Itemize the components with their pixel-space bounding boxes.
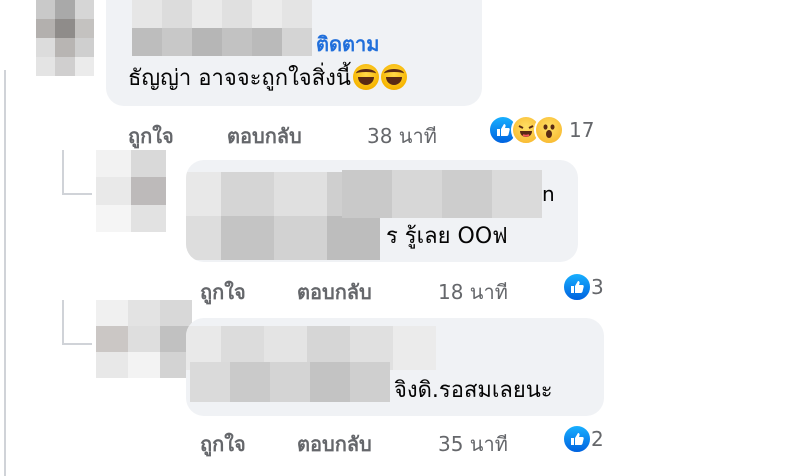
like-reaction-icon	[562, 424, 592, 454]
comment-text: จิงดิ.รอสมเลยนะ	[394, 378, 553, 403]
reactions-summary[interactable]: 2	[562, 424, 604, 454]
comment-bubble-2: n ร รู้เลย OOฟ	[186, 160, 578, 262]
reaction-count: 3	[591, 275, 604, 299]
thread-line-branch-1	[62, 150, 64, 195]
laughing-emoji-icon	[352, 64, 379, 90]
thread-line-branch-2	[62, 300, 64, 345]
follow-link[interactable]: ติดตาม	[316, 28, 379, 60]
reaction-count: 17	[569, 118, 595, 142]
thread-line-branch-2-h	[62, 343, 92, 345]
like-button[interactable]: ถูกใจ	[128, 120, 174, 152]
reactions-summary[interactable]: 17	[488, 115, 594, 145]
like-button[interactable]: ถูกใจ	[200, 428, 246, 460]
like-button[interactable]: ถูกใจ	[200, 276, 246, 308]
comment-text: ร รู้เลย OOฟ	[386, 224, 508, 249]
redacted-comment-text	[190, 362, 390, 402]
timestamp-link[interactable]: 35 นาที	[438, 428, 508, 460]
reply-button[interactable]: ตอบกลับ	[297, 428, 372, 460]
comment-text-fragment: n	[542, 182, 555, 206]
timestamp-link[interactable]: 38 นาที	[367, 120, 437, 152]
avatar[interactable]	[36, 0, 94, 76]
like-reaction-icon	[562, 272, 592, 302]
avatar[interactable]	[96, 300, 192, 378]
timestamp-link[interactable]: 18 นาที	[438, 276, 508, 308]
thread-line-main	[4, 70, 6, 476]
reaction-count: 2	[591, 427, 604, 451]
laughing-emoji-icon	[380, 64, 407, 90]
reply-button[interactable]: ตอบกลับ	[297, 276, 372, 308]
redacted-comment-text	[342, 170, 542, 218]
redacted-author-name	[132, 0, 312, 56]
comment-text: ธัญญ่า อาจจะถูกใจสิ่งนี้	[128, 60, 407, 95]
comment-bubble-1: ติดตาม ธัญญ่า อาจจะถูกใจสิ่งนี้	[106, 0, 482, 106]
comment-bubble-3: จิงดิ.รอสมเลยนะ	[186, 318, 604, 416]
comment-text-content: ธัญญ่า อาจจะถูกใจสิ่งนี้	[128, 66, 351, 91]
wow-reaction-icon	[534, 115, 564, 145]
reply-button[interactable]: ตอบกลับ	[227, 120, 302, 152]
avatar[interactable]	[96, 150, 166, 232]
reactions-summary[interactable]: 3	[562, 272, 604, 302]
thread-line-branch-1-h	[62, 193, 92, 195]
